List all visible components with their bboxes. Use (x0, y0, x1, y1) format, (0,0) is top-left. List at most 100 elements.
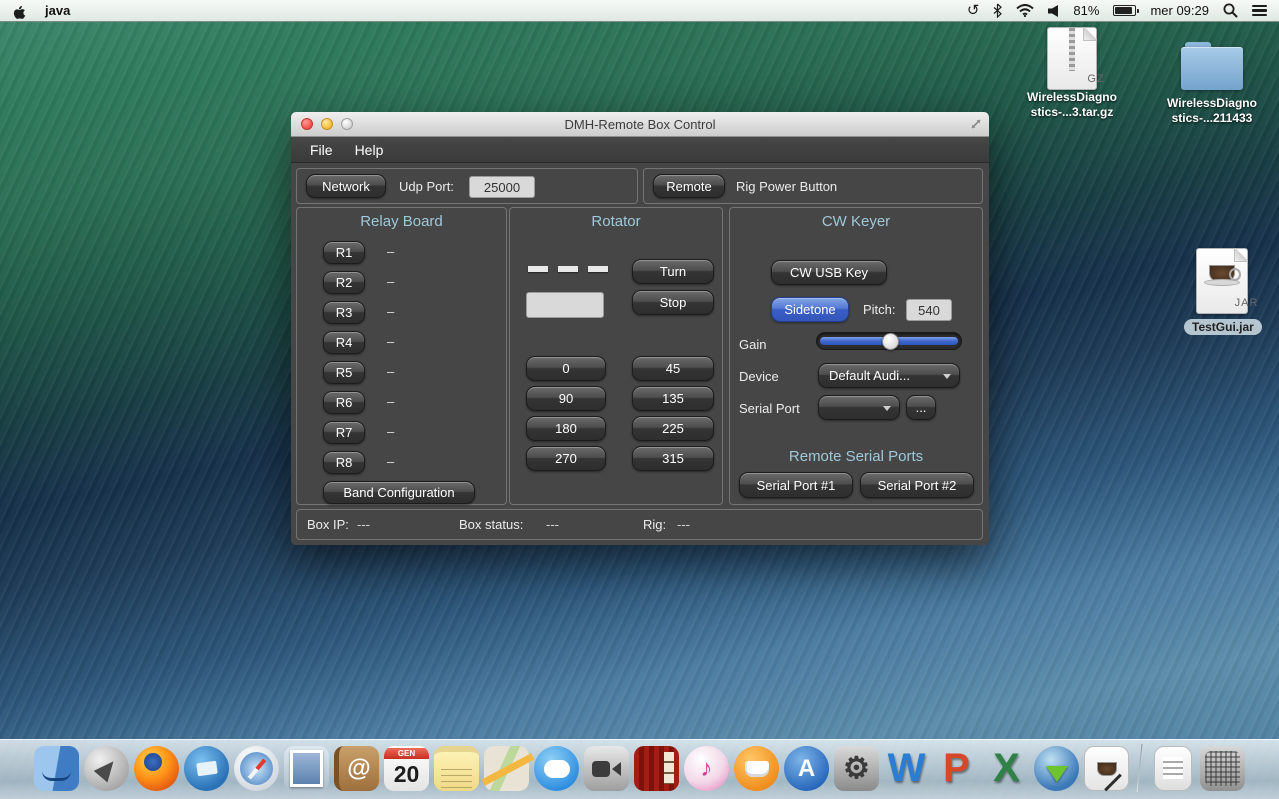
window-titlebar[interactable]: DMH-Remote Box Control (291, 112, 989, 137)
notification-center-icon[interactable] (1252, 2, 1267, 18)
relay-r7-button[interactable]: R7 (323, 421, 365, 444)
dock-icon-maps[interactable] (483, 745, 530, 792)
dock-icon-excel[interactable]: X (983, 745, 1030, 792)
dock-icon-word[interactable]: W (883, 745, 930, 792)
stop-button[interactable]: Stop (632, 290, 714, 315)
gz-badge: GZ (1072, 73, 1120, 85)
relay-r4-button[interactable]: R4 (323, 331, 365, 354)
gain-slider[interactable] (816, 332, 962, 350)
rotator-title: Rotator (510, 213, 722, 230)
ibooks-icon (734, 746, 779, 791)
cw-keyer-panel: CW Keyer CW USB Key Sidetone Pitch: 540 … (729, 207, 983, 505)
dock-icon-launchpad[interactable] (83, 745, 130, 792)
dock-icon-documents[interactable] (1149, 745, 1196, 792)
dock-icon-firefox[interactable] (133, 745, 180, 792)
pitch-label: Pitch: (863, 302, 896, 317)
remote-button[interactable]: Remote (653, 174, 725, 198)
contacts-book-icon: @ (334, 746, 379, 791)
notes-icon (434, 746, 479, 791)
rotator-heading-field[interactable] (526, 292, 604, 318)
jar-file-label: TestGui.jar (1184, 319, 1262, 335)
dock-icon-ibooks[interactable] (733, 745, 780, 792)
jar-file-icon: JAR (1196, 248, 1248, 314)
dock-icon-facetime[interactable] (583, 745, 630, 792)
desktop-icon-testgui-jar[interactable]: JAR TestGui.jar (1184, 248, 1259, 336)
angle-0-button[interactable]: 0 (526, 356, 606, 381)
apple-menu-icon[interactable] (12, 3, 27, 19)
dock-icon-trash[interactable] (1199, 745, 1246, 792)
angle-225-button[interactable]: 225 (632, 416, 714, 441)
turn-button[interactable]: Turn (632, 259, 714, 284)
dock-icon-java-editor[interactable] (1083, 745, 1130, 792)
battery-icon[interactable] (1113, 5, 1136, 16)
desktop-icon-folder[interactable]: WirelessDiagno stics-...211433 (1152, 42, 1272, 126)
serial-port-1-button[interactable]: Serial Port #1 (739, 472, 853, 498)
relay-r3-button[interactable]: R3 (323, 301, 365, 324)
dock-icon-messages[interactable] (533, 745, 580, 792)
relay-r2-button[interactable]: R2 (323, 271, 365, 294)
relay-r6-button[interactable]: R6 (323, 391, 365, 414)
angle-315-button[interactable]: 315 (632, 446, 714, 471)
band-configuration-button[interactable]: Band Configuration (323, 481, 475, 504)
dock-icon-photo-booth[interactable] (633, 745, 680, 792)
sidetone-button[interactable]: Sidetone (771, 297, 849, 322)
resize-grip-icon[interactable] (969, 117, 983, 131)
menu-help[interactable]: Help (346, 140, 393, 160)
active-app-name[interactable]: java (45, 3, 70, 18)
dock-icon-app-store[interactable]: A (783, 745, 830, 792)
box-status-label: Box status: (459, 517, 523, 532)
word-icon: W (884, 746, 929, 791)
spotlight-icon[interactable] (1223, 3, 1238, 18)
chevron-down-icon (943, 374, 951, 379)
dock-icon-notes[interactable] (433, 745, 480, 792)
gain-slider-thumb[interactable] (882, 333, 899, 350)
app-store-icon: A (784, 746, 829, 791)
gear-icon: ⚙ (834, 746, 879, 791)
relay-r4-status: – (387, 334, 394, 349)
relay-r1-button[interactable]: R1 (323, 241, 365, 264)
relay-r5-status: – (387, 364, 394, 379)
dock-icon-powerpoint[interactable]: P (933, 745, 980, 792)
dock: @ GEN 20 ♪ A ⚙ W P X (0, 739, 1279, 799)
angle-45-button[interactable]: 45 (632, 356, 714, 381)
angle-135-button[interactable]: 135 (632, 386, 714, 411)
dock-icon-system-preferences[interactable]: ⚙ (833, 745, 880, 792)
udp-port-field[interactable]: 25000 (469, 176, 535, 198)
jar-badge: JAR (1222, 297, 1272, 309)
serial-port-browse-button[interactable]: ... (906, 395, 936, 420)
thunderbird-icon (184, 746, 229, 791)
coffee-cup-icon (1209, 265, 1235, 282)
itunes-note-icon: ♪ (684, 746, 729, 791)
documents-stack-icon (1154, 746, 1192, 791)
relay-r1-status: – (387, 244, 394, 259)
folder-icon (1181, 42, 1243, 90)
trash-icon (1200, 746, 1245, 791)
relay-r5-button[interactable]: R5 (323, 361, 365, 384)
dock-icon-finder[interactable] (33, 745, 80, 792)
dock-icon-downloader[interactable] (1033, 745, 1080, 792)
bluetooth-icon[interactable] (993, 3, 1002, 18)
menu-file[interactable]: File (301, 140, 342, 160)
serial-port-2-button[interactable]: Serial Port #2 (860, 472, 974, 498)
desktop-icon-gz-archive[interactable]: GZ WirelessDiagno stics-...3.tar.gz (1012, 27, 1132, 120)
dock-icon-contacts[interactable]: @ (333, 745, 380, 792)
device-dropdown[interactable]: Default Audi... (818, 363, 960, 388)
dock-icon-thunderbird[interactable] (183, 745, 230, 792)
dock-icon-calendar[interactable]: GEN 20 (383, 745, 430, 792)
volume-icon[interactable] (1048, 5, 1059, 17)
wifi-icon[interactable] (1016, 4, 1034, 17)
angle-90-button[interactable]: 90 (526, 386, 606, 411)
pitch-field[interactable]: 540 (906, 299, 952, 321)
cw-usb-key-button[interactable]: CW USB Key (771, 260, 887, 285)
menubar-clock[interactable]: mer 09:29 (1150, 3, 1209, 18)
relay-r8-button[interactable]: R8 (323, 451, 365, 474)
angle-180-button[interactable]: 180 (526, 416, 606, 441)
network-button[interactable]: Network (306, 174, 386, 198)
window-title: DMH-Remote Box Control (291, 117, 989, 132)
dock-icon-itunes[interactable]: ♪ (683, 745, 730, 792)
time-machine-icon[interactable]: ↺ (967, 3, 980, 18)
serial-port-dropdown[interactable] (818, 395, 900, 420)
angle-270-button[interactable]: 270 (526, 446, 606, 471)
dock-icon-mail[interactable] (283, 745, 330, 792)
dock-icon-safari[interactable] (233, 745, 280, 792)
